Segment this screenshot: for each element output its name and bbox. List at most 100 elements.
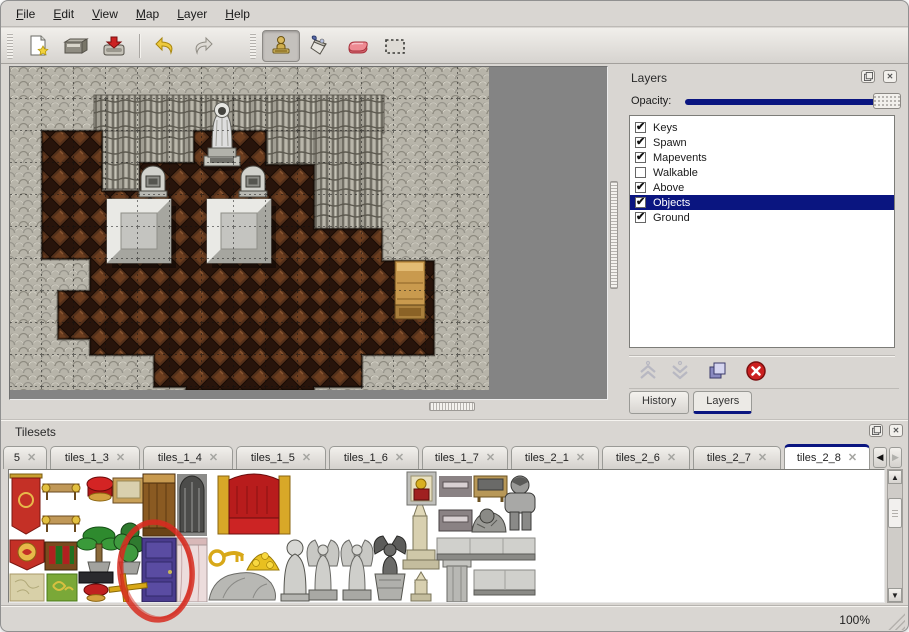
tile-purple-door[interactable] <box>142 538 176 602</box>
scrollbar-thumb[interactable] <box>888 498 902 528</box>
tab-scroll-right-button[interactable]: ▶ <box>889 447 902 468</box>
layer-row-above[interactable]: Above <box>630 180 894 195</box>
tile-obelisk-small[interactable] <box>411 572 431 601</box>
tile-red-crest-banner[interactable] <box>10 540 44 570</box>
tile-mirror[interactable] <box>113 478 144 503</box>
tab-close-icon[interactable]: ✕ <box>758 453 767 464</box>
menu-layer[interactable]: Layer <box>168 4 216 24</box>
tab-close-icon[interactable]: ✕ <box>848 453 857 464</box>
tile-beige-tapestry[interactable] <box>10 574 44 601</box>
layer-row-mapevents[interactable]: Mapevents <box>630 150 894 165</box>
tile-wall-shelf-stool[interactable] <box>79 572 113 601</box>
open-map-button[interactable] <box>57 30 95 62</box>
tile-armor-pile[interactable] <box>472 509 506 532</box>
layer-row-walkable[interactable]: Walkable <box>630 165 894 180</box>
tile-gargoyle-statue[interactable] <box>374 536 406 600</box>
visibility-checkbox[interactable] <box>635 152 646 163</box>
tile-red-banner[interactable] <box>10 474 42 534</box>
visibility-checkbox[interactable] <box>635 182 646 193</box>
menu-map[interactable]: Map <box>127 4 168 24</box>
tileset-tab-tiles-2-8[interactable]: tiles_2_8✕ <box>784 444 870 469</box>
tab-close-icon[interactable]: ✕ <box>302 453 311 464</box>
tile-stone-pillar[interactable] <box>443 560 471 602</box>
new-map-button[interactable] <box>19 30 57 62</box>
tile-angel-statue-2[interactable] <box>341 540 373 600</box>
visibility-checkbox[interactable] <box>635 212 646 223</box>
tile-potted-plant[interactable] <box>114 523 145 574</box>
layer-row-objects[interactable]: Objects <box>630 195 894 210</box>
float-panel-button[interactable] <box>861 70 875 83</box>
tab-close-icon[interactable]: ✕ <box>116 453 125 464</box>
resize-grip[interactable] <box>885 610 905 630</box>
toolbar-drag-handle[interactable] <box>7 33 13 59</box>
tileset-tab-tiles-2-7[interactable]: tiles_2_7✕ <box>693 446 781 469</box>
tile-obelisk[interactable] <box>403 498 439 569</box>
menu-edit[interactable]: Edit <box>44 4 83 24</box>
layer-row-keys[interactable]: Keys <box>630 120 894 135</box>
tile-wooden-door[interactable] <box>143 474 175 536</box>
tile-hooded-statue[interactable] <box>281 540 309 601</box>
tab-close-icon[interactable]: ✕ <box>576 453 585 464</box>
tile-white-curtain[interactable] <box>177 538 207 602</box>
tileset-tab-tiles-1-5[interactable]: tiles_1_5✕ <box>236 446 326 469</box>
tab-close-icon[interactable]: ✕ <box>209 453 218 464</box>
tile-stone-drawer-2[interactable] <box>439 510 472 531</box>
close-tilesets-button[interactable]: ✕ <box>889 424 903 437</box>
tile-palm-plant[interactable] <box>77 527 121 574</box>
duplicate-layer-button[interactable] <box>707 360 729 382</box>
tile-king-portrait[interactable] <box>407 472 436 505</box>
tab-close-icon[interactable]: ✕ <box>27 453 36 464</box>
layer-row-spawn[interactable]: Spawn <box>630 135 894 150</box>
visibility-checkbox[interactable] <box>635 167 646 178</box>
lower-layer-button[interactable] <box>669 360 691 382</box>
tileset-tab-tiles-1-7[interactable]: tiles_1_7✕ <box>422 446 508 469</box>
tile-golden-key[interactable] <box>210 551 243 565</box>
map-vertical-scrollbar[interactable] <box>610 181 618 289</box>
float-tilesets-button[interactable] <box>869 424 883 437</box>
tile-weaving-loom-2[interactable] <box>42 516 80 532</box>
tab-history[interactable]: History <box>629 391 689 414</box>
menu-help[interactable]: Help <box>216 4 259 24</box>
map-horizontal-scrollbar[interactable] <box>429 402 475 411</box>
toolbar-drag-handle-2[interactable] <box>250 33 256 59</box>
tile-stone-platform-tiles[interactable] <box>437 538 535 560</box>
tile-wooden-sign[interactable] <box>474 476 507 502</box>
tileset-tab-tiles-1-4[interactable]: tiles_1_4✕ <box>143 446 233 469</box>
tileset-tab-tiles-1-3[interactable]: tiles_1_3✕ <box>50 446 140 469</box>
select-tool-button[interactable] <box>376 30 414 62</box>
visibility-checkbox[interactable] <box>635 197 646 208</box>
tile-knight-armor[interactable] <box>505 476 535 530</box>
map-canvas[interactable] <box>10 67 489 390</box>
tile-green-tapestry[interactable] <box>47 574 77 601</box>
delete-layer-button[interactable] <box>745 360 767 382</box>
menu-view[interactable]: View <box>83 4 127 24</box>
tileset-tab-tiles-1-6[interactable]: tiles_1_6✕ <box>329 446 419 469</box>
scroll-up-button[interactable]: ▲ <box>888 470 902 484</box>
save-map-button[interactable] <box>95 30 133 62</box>
undo-button[interactable] <box>146 30 184 62</box>
redo-button[interactable] <box>184 30 222 62</box>
tab-close-icon[interactable]: ✕ <box>667 453 676 464</box>
tile-red-throne[interactable] <box>218 474 290 534</box>
tileset-tab-5[interactable]: 5✕ <box>3 446 47 469</box>
tile-angel-statue[interactable] <box>307 540 339 600</box>
tileset-tab-tiles-2-1[interactable]: tiles_2_1✕ <box>511 446 599 469</box>
visibility-checkbox[interactable] <box>635 122 646 133</box>
visibility-checkbox[interactable] <box>635 137 646 148</box>
tab-scroll-left-button[interactable]: ◀ <box>873 447 887 468</box>
tileset-tab-tiles-2-6[interactable]: tiles_2_6✕ <box>602 446 690 469</box>
raise-layer-button[interactable] <box>637 360 659 382</box>
eraser-tool-button[interactable] <box>338 30 376 62</box>
tile-golden-cross[interactable] <box>109 574 147 602</box>
tile-red-stool[interactable] <box>87 477 113 501</box>
tile-weaving-loom[interactable] <box>42 484 80 500</box>
tile-gold-pile[interactable] <box>247 553 279 570</box>
opacity-slider-track[interactable] <box>685 99 899 105</box>
scroll-down-button[interactable]: ▼ <box>888 588 902 602</box>
tab-layers[interactable]: Layers <box>693 391 752 414</box>
close-panel-button[interactable]: ✕ <box>883 70 897 83</box>
opacity-slider-handle[interactable] <box>873 93 901 109</box>
tile-stone-slab[interactable] <box>474 570 535 595</box>
tile-iron-gate[interactable] <box>177 474 207 536</box>
tileset-canvas[interactable] <box>8 469 885 603</box>
